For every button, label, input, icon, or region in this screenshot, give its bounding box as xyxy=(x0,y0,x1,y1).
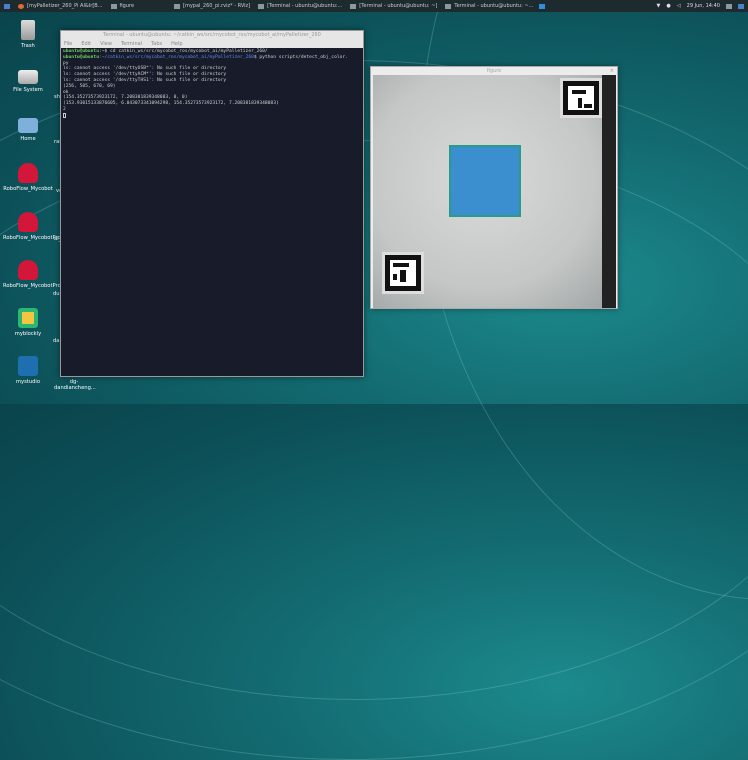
terminal-title: Terminal - ubuntu@ubuntu: ~/catkin_ws/sr… xyxy=(103,32,321,38)
terminal-icon xyxy=(350,3,357,9)
desktop-icon[interactable] xyxy=(726,3,732,9)
notification-icon[interactable]: ● xyxy=(666,3,670,9)
roboflow-icon xyxy=(18,212,38,232)
trash-icon xyxy=(21,20,35,40)
task-figure[interactable]: figure xyxy=(110,3,134,9)
wifi-icon[interactable]: ▼ xyxy=(657,3,661,9)
desktop-icon-filesystem[interactable]: File System xyxy=(3,70,53,94)
roboflow-icon xyxy=(18,260,38,280)
desktop-icon-roboflow[interactable]: RoboFlow_Mycobot xyxy=(3,163,53,193)
roboflow-icon xyxy=(18,163,38,183)
menu-view[interactable]: View xyxy=(100,41,112,47)
task-terminal-3[interactable]: Terminal - ubuntu@ubuntu: ~... xyxy=(445,3,533,9)
menu-icon[interactable] xyxy=(4,3,10,9)
aruco-marker xyxy=(560,78,602,118)
firefox-icon xyxy=(18,3,24,9)
camera-image xyxy=(373,75,616,308)
aruco-marker xyxy=(382,252,424,294)
desktop-icon-roboflow-pro320[interactable]: RoboFlow_MycobotPro320 xyxy=(3,260,71,290)
terminal-icon xyxy=(445,3,452,9)
vscode-icon[interactable] xyxy=(539,3,546,9)
task-firefox[interactable]: [myPalletizer_260_Pi AI&Ir[B... xyxy=(18,3,103,9)
folder-icon xyxy=(18,118,38,133)
desktop-icon-mystudio[interactable]: mystudio xyxy=(3,356,53,386)
mystudio-icon xyxy=(18,356,38,376)
figure-title: figure × xyxy=(486,67,614,75)
task-terminal-1[interactable]: [Terminal - ubuntu@ubuntu:... xyxy=(258,3,342,9)
desktop-icon-trash[interactable]: Trash xyxy=(3,20,53,50)
menu-help[interactable]: Help xyxy=(171,41,182,47)
desktop-label[interactable]: dg-dandiancheng... xyxy=(54,379,96,391)
detected-blue-block xyxy=(449,145,521,217)
rviz-icon xyxy=(174,3,181,9)
close-icon[interactable]: × xyxy=(610,67,614,75)
taskbar: [myPalletizer_260_Pi AI&Ir[B... figure [… xyxy=(0,0,748,12)
task-terminal-2[interactable]: [Terminal - ubuntu@ubuntu: ~] xyxy=(350,3,437,9)
clock[interactable]: 29 Jun, 14:40 xyxy=(687,3,720,9)
terminal-menubar: File Edit View Terminal Tabs Help xyxy=(61,39,363,48)
menu-tabs[interactable]: Tabs xyxy=(151,41,162,47)
drive-icon xyxy=(18,70,38,84)
menu-file[interactable]: File xyxy=(64,41,72,47)
user-icon[interactable] xyxy=(738,3,744,9)
image-edge xyxy=(602,75,616,308)
desktop-icon-home[interactable]: Home xyxy=(3,118,53,143)
myblockly-icon xyxy=(18,308,38,328)
terminal-icon xyxy=(258,3,265,9)
menu-terminal[interactable]: Terminal xyxy=(121,41,142,47)
terminal-cursor xyxy=(63,112,66,118)
task-rviz[interactable]: [mypal_260_pi.rviz* - RViz] xyxy=(174,3,250,9)
terminal-window[interactable]: Terminal - ubuntu@ubuntu: ~/catkin_ws/sr… xyxy=(60,30,364,377)
window-icon xyxy=(110,3,117,9)
terminal-output[interactable]: ubuntu@ubuntu:~$ cd catkin_ws/src/mycobo… xyxy=(61,48,363,376)
figure-window[interactable]: figure × xyxy=(370,66,618,309)
volume-icon[interactable]: ◁ xyxy=(677,3,681,9)
desktop-icon-myblockly[interactable]: myblockly xyxy=(3,308,53,338)
menu-edit[interactable]: Edit xyxy=(81,41,91,47)
desktop-icon-roboflow-pro[interactable]: RoboFlow_MycobotPro xyxy=(3,212,61,242)
